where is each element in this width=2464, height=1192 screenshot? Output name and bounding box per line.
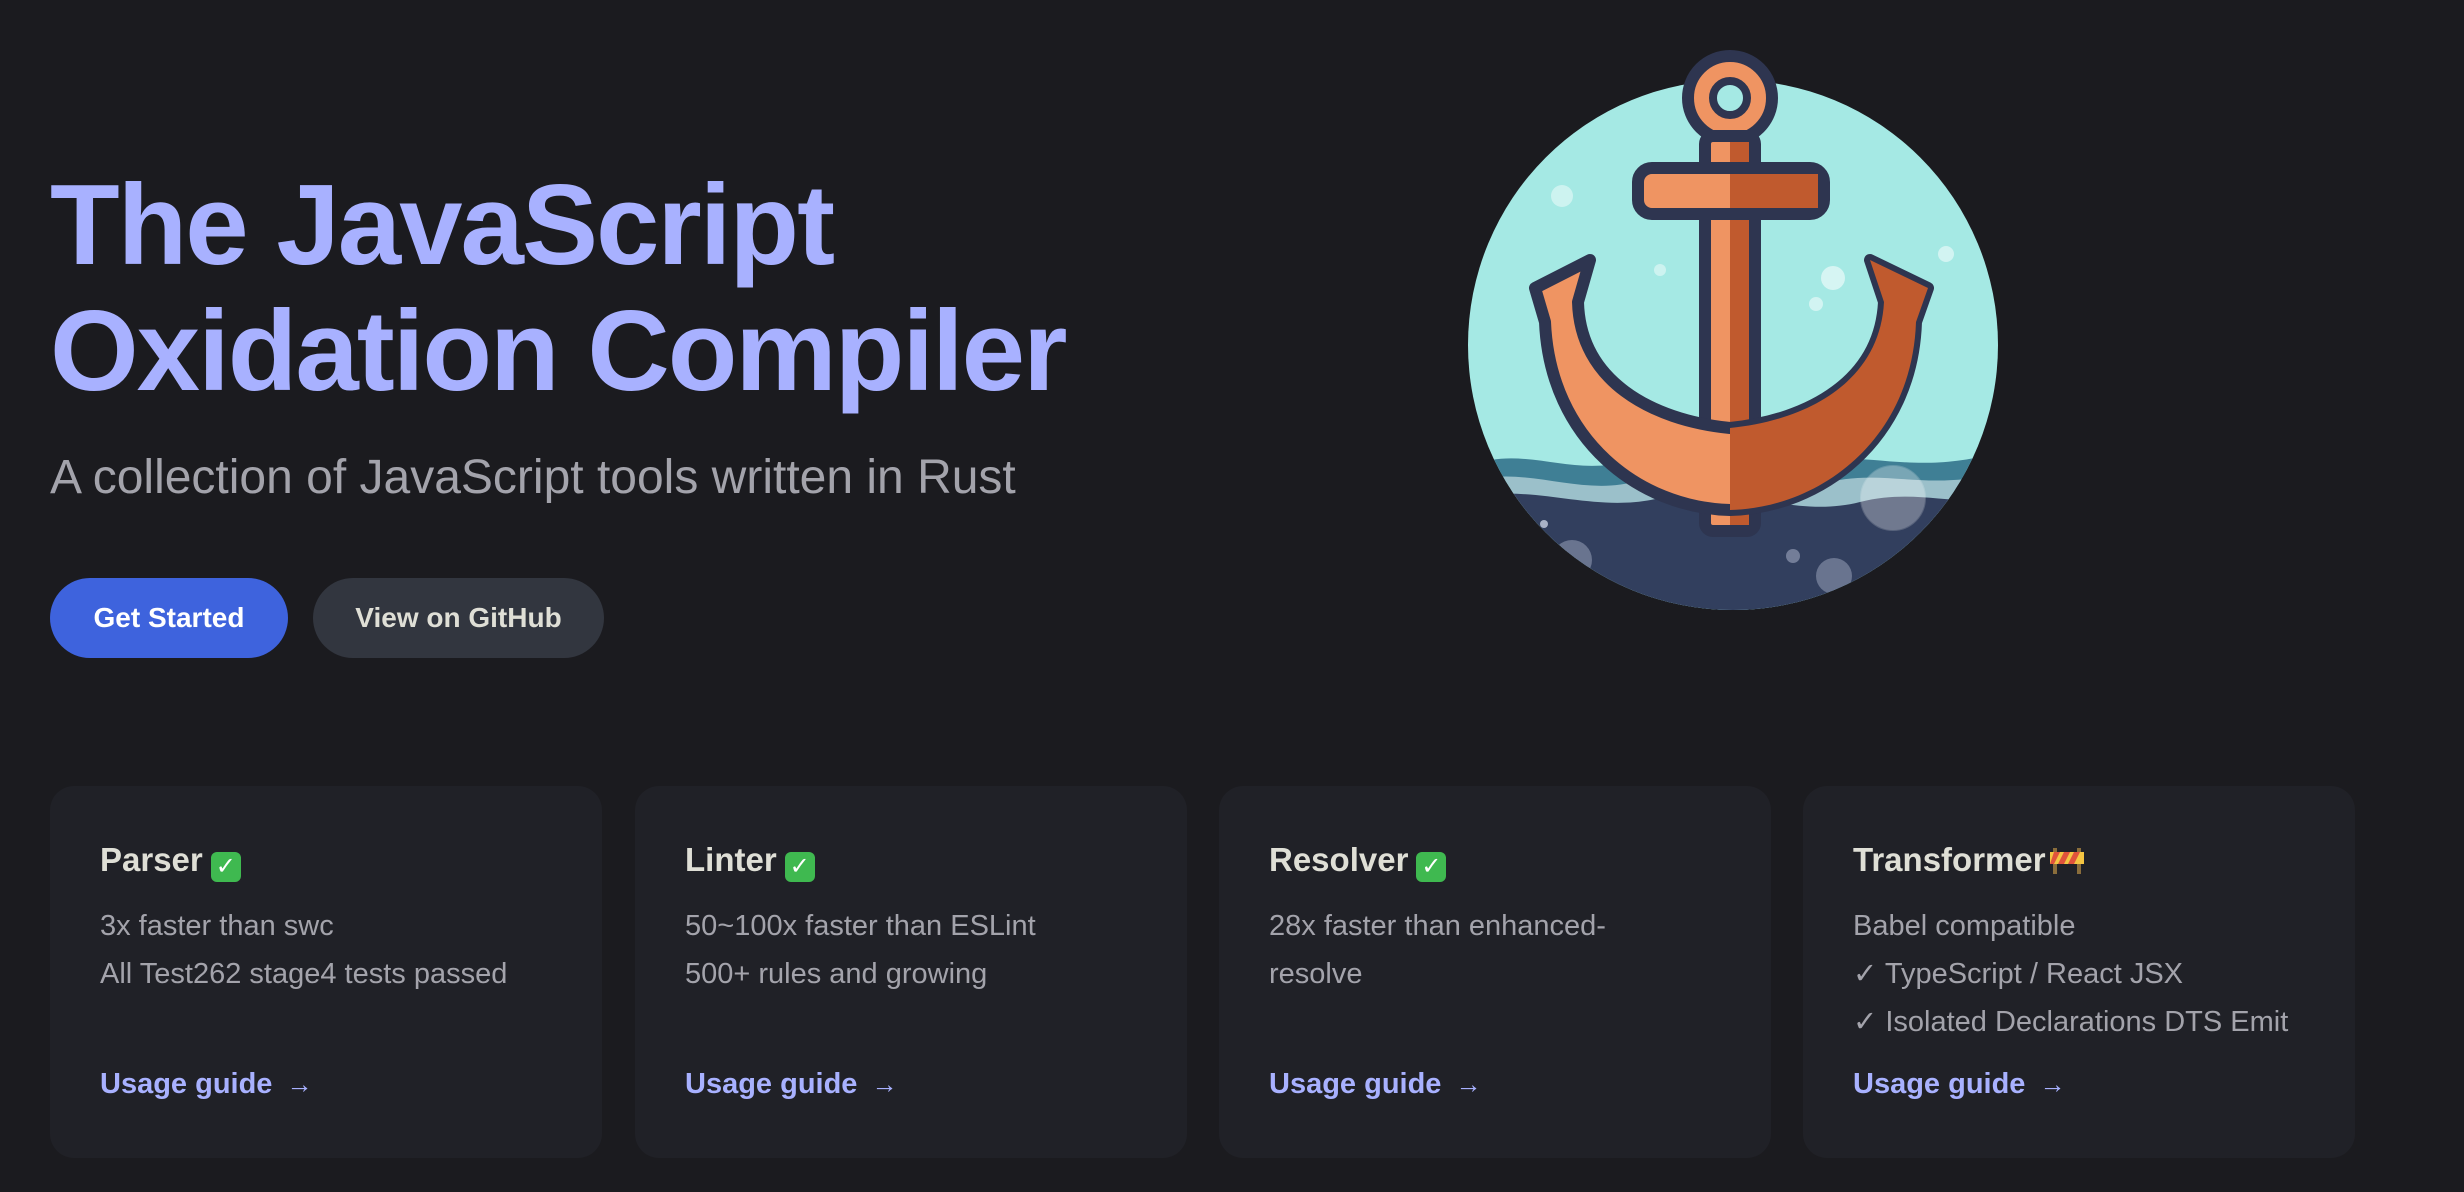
feature-card-line: ✓ Isolated Declarations DTS Emit (1853, 1006, 2289, 1038)
feature-card-description: 28x faster than enhanced- resolve (1269, 902, 1739, 998)
get-started-button[interactable]: Get Started (50, 578, 288, 658)
feature-card-parser: Parser ✓ 3x faster than swc All Test262 s… (50, 786, 602, 1158)
feature-card-title: Transformer (1853, 838, 2084, 882)
anchor-logo-icon (1468, 50, 1998, 610)
feature-card-title: Parser ✓ (100, 838, 241, 882)
feature-card-line: 500+ rules and growing (685, 958, 988, 990)
feature-card-title: Linter ✓ (685, 838, 815, 882)
parser-usage-guide-link[interactable]: Usage guide → (100, 1064, 312, 1104)
hero-title: The JavaScript Oxidation Compiler (50, 162, 1067, 415)
transformer-usage-guide-link[interactable]: Usage guide → (1853, 1064, 2065, 1104)
feature-card-line: Babel compatible (1853, 910, 2076, 942)
resolver-usage-guide-link[interactable]: Usage guide → (1269, 1064, 1481, 1104)
arrow-right-icon: → (2039, 1069, 2066, 1099)
feature-card-line: 28x faster than enhanced- (1269, 910, 1606, 942)
feature-card-line: ✓ TypeScript / React JSX (1853, 958, 2184, 990)
construction-barrier-icon (2049, 848, 2084, 874)
check-mark-icon: ✓ (1416, 852, 1447, 882)
arrow-right-icon: → (286, 1069, 313, 1099)
check-mark-icon: ✓ (784, 852, 815, 882)
check-mark-icon: ✓ (210, 852, 241, 882)
feature-card-description: 50~100x faster than ESLint 500+ rules an… (685, 902, 1155, 998)
feature-card-resolver: Resolver ✓ 28x faster than enhanced- reso… (1219, 786, 1771, 1158)
hero-title-line-1: The JavaScript (50, 162, 835, 289)
feature-card-line: All Test262 stage4 tests passed (100, 958, 508, 990)
feature-card-line: 3x faster than swc (100, 910, 334, 942)
feature-card-line: 50~100x faster than ESLint (685, 910, 1036, 942)
feature-card-description: 3x faster than swc All Test262 stage4 te… (100, 902, 570, 998)
feature-card-transformer: Transformer Babel compatible ✓ TypeScrip… (1803, 786, 2355, 1158)
feature-card-line: resolve (1269, 958, 1363, 990)
hero-title-line-2: Oxidation Compiler (50, 288, 1067, 415)
linter-usage-guide-link[interactable]: Usage guide → (685, 1064, 897, 1104)
arrow-right-icon: → (871, 1069, 898, 1099)
view-on-github-button[interactable]: View on GitHub (313, 578, 604, 658)
feature-card-description: Babel compatible ✓ TypeScript / React JS… (1853, 902, 2323, 1046)
feature-card-title: Resolver ✓ (1269, 838, 1447, 882)
feature-card-linter: Linter ✓ 50~100x faster than ESLint 500+ … (635, 786, 1187, 1158)
hero-tagline: A collection of JavaScript tools written… (50, 451, 1016, 504)
arrow-right-icon: → (1455, 1069, 1482, 1099)
